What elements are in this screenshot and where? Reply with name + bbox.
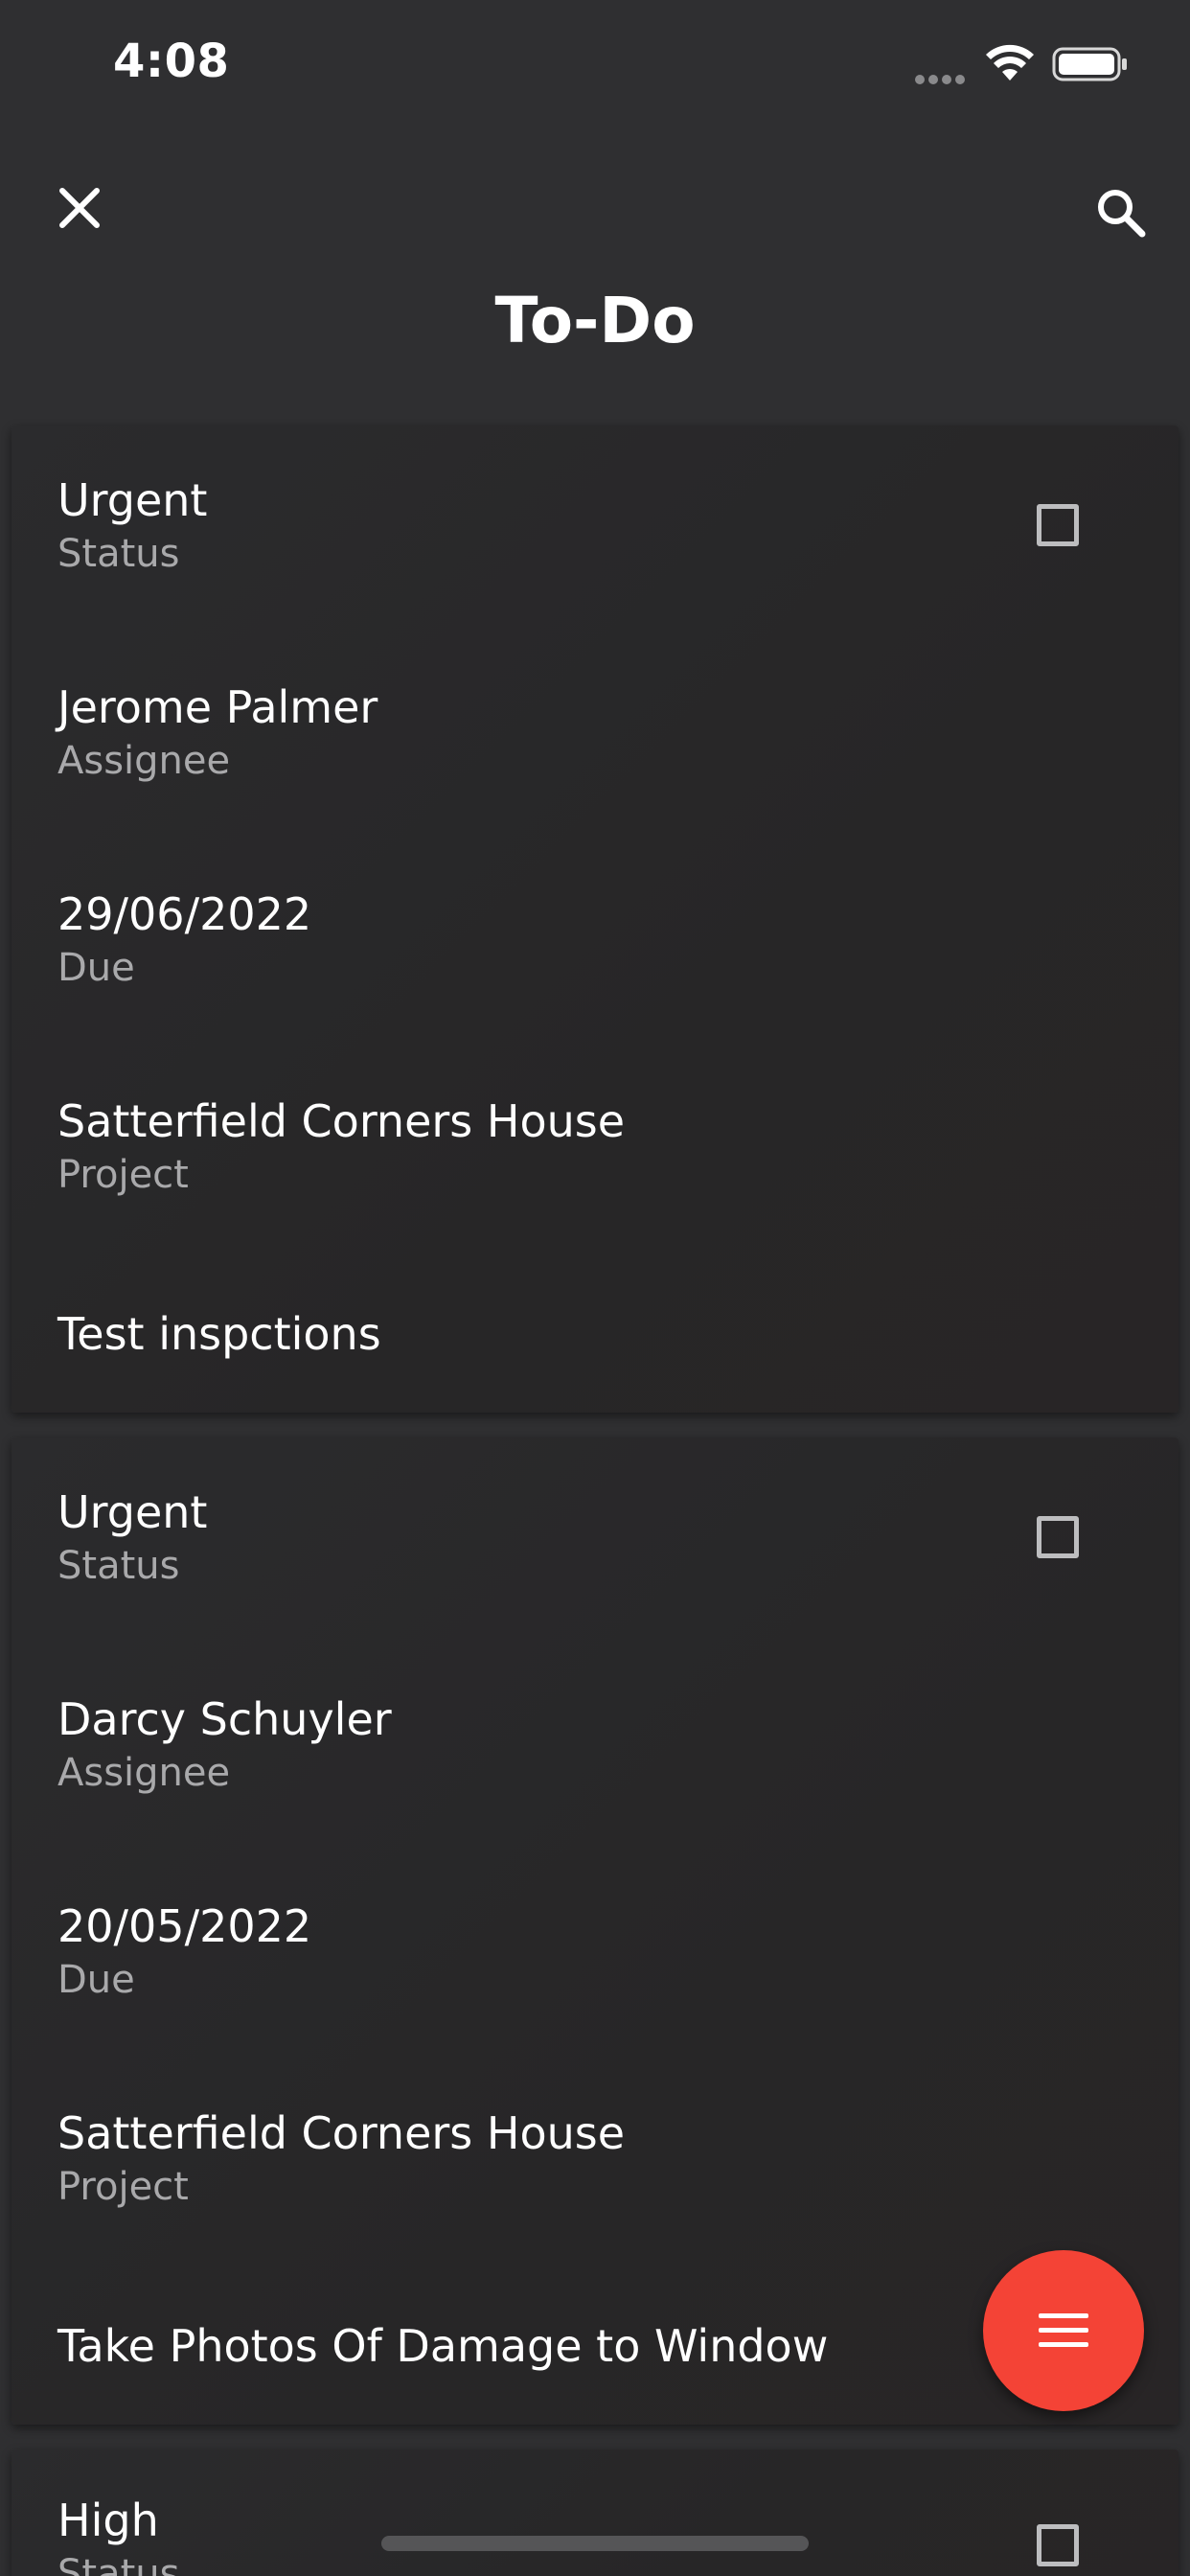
project-label: Project (57, 1153, 189, 1197)
description-value: Test inspctions (57, 1308, 381, 1360)
close-button[interactable] (46, 174, 113, 242)
search-button[interactable] (1083, 174, 1159, 251)
due-label: Due (57, 946, 135, 990)
project-value: Satterfield Corners House (57, 1095, 626, 1147)
status-field: Urgent Status (57, 1484, 1016, 1591)
due-label: Due (57, 1958, 135, 2002)
app-header: To-Do (0, 125, 1190, 422)
status-time: 4:08 (113, 34, 230, 88)
description-field: Test inspctions (57, 1305, 1016, 1363)
assignee-value: Darcy Schuyler (57, 1693, 392, 1745)
project-label: Project (57, 2165, 189, 2209)
menu-icon (1039, 2313, 1088, 2347)
due-value: 29/06/2022 (57, 888, 312, 940)
page-title: To-Do (494, 284, 696, 357)
cellular-signal-icon (915, 70, 971, 84)
close-icon (59, 188, 100, 228)
assignee-label: Assignee (57, 739, 231, 783)
due-field: 20/05/2022 Due (57, 1898, 1016, 2005)
description-field: Take Photos Of Damage to Window (57, 2317, 1016, 2375)
todo-card[interactable]: Urgent Status Jerome Palmer Assignee 29/… (11, 426, 1179, 1413)
due-value: 20/05/2022 (57, 1900, 312, 1952)
status-value: Urgent (57, 1486, 208, 1538)
battery-icon (1052, 46, 1129, 82)
assignee-field: Jerome Palmer Assignee (57, 678, 1016, 786)
status-field: Urgent Status (57, 472, 1016, 579)
wifi-icon (985, 44, 1035, 82)
due-field: 29/06/2022 Due (57, 886, 1016, 993)
todo-screen: 4:08 To-Do Urgent Status Jerome Palmer A… (0, 0, 1190, 2576)
project-field: Satterfield Corners House Project (57, 1092, 1016, 1200)
complete-checkbox[interactable] (1037, 2524, 1079, 2566)
description-value: Take Photos Of Damage to Window (57, 2320, 829, 2372)
menu-fab-button[interactable] (983, 2250, 1144, 2411)
home-indicator[interactable] (381, 2536, 809, 2551)
assignee-value: Jerome Palmer (57, 681, 378, 733)
status-label: Status (57, 532, 180, 576)
todo-card[interactable]: High Status (11, 2450, 1179, 2576)
status-bar: 4:08 (0, 0, 1190, 125)
status-label: Status (57, 2552, 180, 2576)
project-field: Satterfield Corners House Project (57, 2104, 1016, 2212)
assignee-field: Darcy Schuyler Assignee (57, 1690, 1016, 1798)
complete-checkbox[interactable] (1037, 504, 1079, 546)
assignee-label: Assignee (57, 1751, 231, 1795)
status-label: Status (57, 1544, 180, 1588)
status-value: Urgent (57, 474, 208, 526)
status-field: High Status (57, 2492, 1016, 2576)
complete-checkbox[interactable] (1037, 1516, 1079, 1558)
project-value: Satterfield Corners House (57, 2107, 626, 2159)
search-icon (1098, 190, 1146, 238)
